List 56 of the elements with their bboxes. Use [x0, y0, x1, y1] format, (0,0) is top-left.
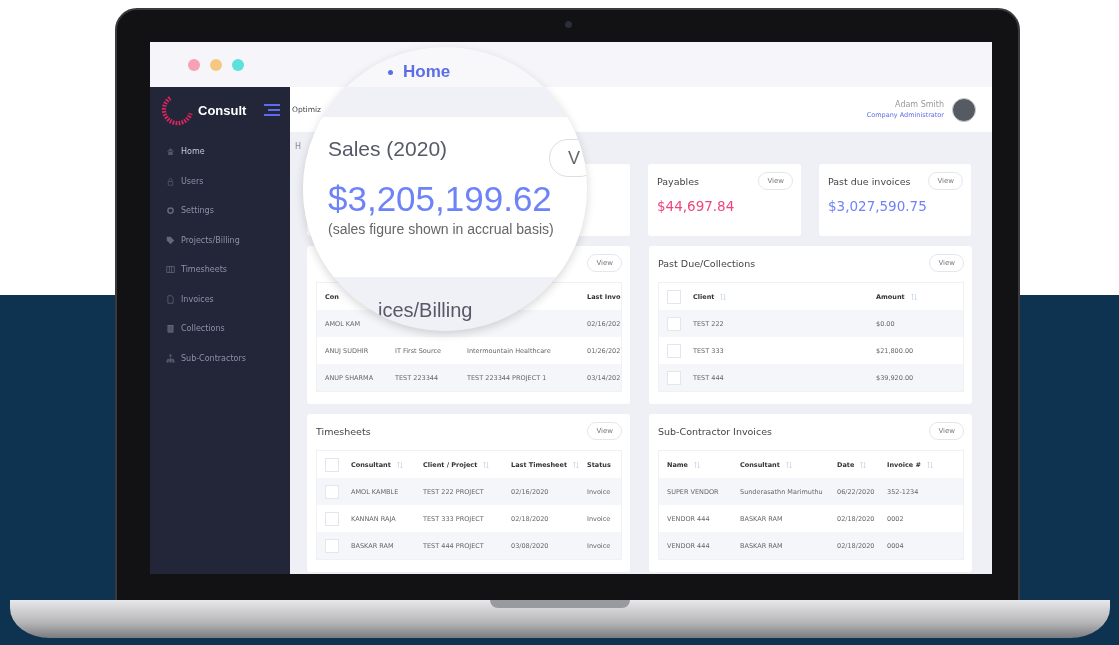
bullet-icon	[388, 69, 393, 75]
sort-icon[interactable]	[694, 460, 700, 469]
stat-amount: $3,027,590.75	[828, 198, 928, 214]
window-dot[interactable]	[232, 58, 244, 71]
window-dot[interactable]	[210, 58, 222, 71]
checkbox[interactable]	[325, 511, 339, 526]
sidebar-item[interactable]: Home	[150, 137, 290, 167]
file-icon	[166, 294, 175, 304]
sidebar-item[interactable]: Collections	[150, 314, 290, 344]
checkbox[interactable]	[667, 289, 681, 304]
sort-icon[interactable]	[910, 292, 917, 301]
sort-icon[interactable]	[573, 460, 580, 469]
sidebar-item[interactable]: Projects/Billing	[150, 225, 290, 255]
sort-icon[interactable]	[396, 460, 403, 469]
sort-icon[interactable]	[720, 292, 727, 301]
card-title: Timesheets	[316, 425, 371, 437]
card-title: Sub-Contractor Invoices	[658, 425, 773, 437]
sidebar-item[interactable]: Timesheets	[150, 255, 290, 285]
sidebar-item[interactable]: Users	[150, 166, 290, 196]
home-icon	[166, 147, 175, 157]
sidebar-item[interactable]: Sub-Contractors	[150, 343, 290, 373]
stat-amount: $44,697.84	[657, 198, 736, 214]
checkbox[interactable]	[325, 538, 339, 553]
avatar[interactable]	[952, 97, 976, 122]
sales-caption: (sales figure shown in accrual basis)	[328, 221, 554, 237]
sort-icon[interactable]	[860, 460, 867, 469]
sort-icon[interactable]	[483, 460, 490, 469]
sort-icon[interactable]	[926, 460, 933, 469]
brand-name: Consult	[198, 102, 247, 118]
sidebar-item[interactable]: Settings	[150, 196, 290, 226]
tag-icon	[166, 235, 175, 245]
sort-icon[interactable]	[785, 460, 792, 469]
card-title: Payables	[657, 175, 700, 187]
card-title: Past Due/Collections	[658, 257, 756, 269]
sidebar-item[interactable]: Invoices	[150, 284, 290, 314]
lock-icon	[166, 176, 175, 186]
checkbox[interactable]	[325, 484, 339, 499]
checkbox[interactable]	[667, 316, 681, 331]
checkbox[interactable]	[325, 457, 339, 472]
checkbox[interactable]	[667, 370, 681, 385]
camera-icon	[565, 21, 572, 28]
card-title: Sales (2020)	[328, 137, 448, 161]
nav-link[interactable]: Home	[403, 62, 451, 82]
sales-amount: $3,205,199.62	[328, 179, 552, 219]
hierarchy-icon	[166, 353, 175, 363]
checkbox[interactable]	[667, 343, 681, 358]
gear-icon	[166, 206, 175, 216]
menu-icon[interactable]	[262, 103, 282, 117]
card-title: ices/Billing	[377, 299, 473, 322]
window-dot[interactable]	[188, 58, 200, 71]
view-button[interactable]: V	[549, 139, 587, 177]
columns-icon	[166, 265, 175, 275]
breadcrumb[interactable]: H	[295, 142, 301, 154]
user-name: Adam Smith	[895, 100, 944, 109]
trash-icon	[166, 324, 175, 334]
card-title: Past due invoices	[828, 175, 911, 187]
